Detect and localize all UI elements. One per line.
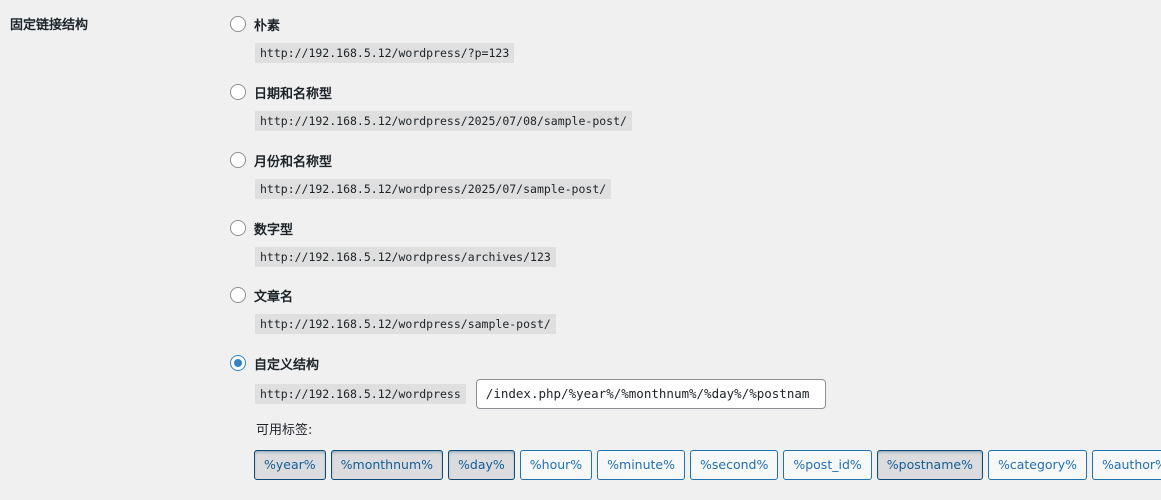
custom-base-url: http://192.168.5.12/wordpress xyxy=(255,384,466,404)
option-post-name-url: http://192.168.5.12/wordpress/sample-pos… xyxy=(255,314,556,334)
option-day-name-label[interactable]: 日期和名称型 xyxy=(254,83,332,102)
radio-post-name[interactable] xyxy=(230,287,246,303)
option-plain-url: http://192.168.5.12/wordpress/?p=123 xyxy=(255,43,515,63)
radio-day-name[interactable] xyxy=(230,84,246,100)
option-day-name: 日期和名称型 http://192.168.5.12/wordpress/202… xyxy=(230,82,632,131)
radio-month-name[interactable] xyxy=(230,152,246,168)
available-tags-label: 可用标签: xyxy=(256,423,313,438)
option-post-name: 文章名 http://192.168.5.12/wordpress/sample… xyxy=(230,285,556,334)
option-post-name-label[interactable]: 文章名 xyxy=(254,286,293,305)
tag-button-author[interactable]: %author% xyxy=(1091,450,1161,480)
tag-button-second[interactable]: %second% xyxy=(690,450,779,480)
permalink-structure-label: 固定链接结构 xyxy=(10,18,89,33)
option-day-name-url: http://192.168.5.12/wordpress/2025/07/08… xyxy=(255,111,632,131)
tag-button-year[interactable]: %year% xyxy=(254,450,326,480)
custom-structure-input[interactable]: /index.php/%year%/%monthnum%/%day%/%post… xyxy=(475,379,826,409)
option-month-name-label[interactable]: 月份和名称型 xyxy=(254,151,332,170)
tag-button-post-id[interactable]: %post_id% xyxy=(783,450,872,480)
radio-custom[interactable] xyxy=(230,355,246,371)
option-numeric-url: http://192.168.5.12/wordpress/archives/1… xyxy=(255,247,556,267)
tag-button-postname[interactable]: %postname% xyxy=(876,450,983,480)
radio-numeric[interactable] xyxy=(230,220,246,236)
tag-button-monthnum[interactable]: %monthnum% xyxy=(330,450,444,480)
option-month-name-url: http://192.168.5.12/wordpress/2025/07/sa… xyxy=(255,179,612,199)
custom-structure-row: http://192.168.5.12/wordpress /index.php… xyxy=(255,379,826,409)
tag-button-day[interactable]: %day% xyxy=(448,450,515,480)
option-month-name: 月份和名称型 http://192.168.5.12/wordpress/202… xyxy=(230,150,612,199)
option-plain-label[interactable]: 朴素 xyxy=(254,15,280,34)
option-custom-label[interactable]: 自定义结构 xyxy=(254,354,319,373)
option-custom: 自定义结构 xyxy=(230,353,319,373)
option-numeric: 数字型 http://192.168.5.12/wordpress/archiv… xyxy=(230,218,556,267)
permalink-settings: 固定链接结构 朴素 http://192.168.5.12/wordpress/… xyxy=(0,0,1161,500)
available-tags: %year% %monthnum% %day% %hour% %minute% … xyxy=(254,450,1161,480)
option-numeric-label[interactable]: 数字型 xyxy=(254,219,293,238)
tag-button-category[interactable]: %category% xyxy=(987,450,1087,480)
radio-plain[interactable] xyxy=(230,16,246,32)
option-plain: 朴素 http://192.168.5.12/wordpress/?p=123 xyxy=(230,14,515,63)
tag-button-minute[interactable]: %minute% xyxy=(597,450,685,480)
tag-button-hour[interactable]: %hour% xyxy=(519,450,593,480)
